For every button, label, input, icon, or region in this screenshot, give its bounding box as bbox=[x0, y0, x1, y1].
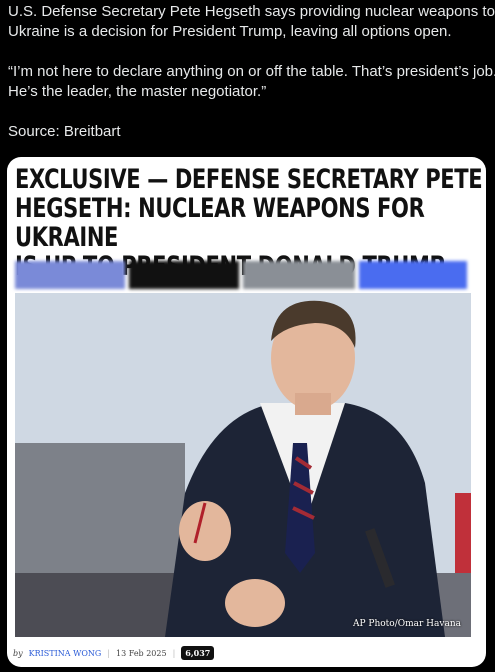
blurred-block bbox=[129, 261, 239, 289]
article-screenshot-card[interactable]: EXCLUSIVE — DEFENSE SECRETARY PETE HEGSE… bbox=[7, 157, 486, 667]
headline-line: EXCLUSIVE — DEFENSE SECRETARY PETE bbox=[15, 164, 483, 195]
byline-divider: | bbox=[172, 648, 176, 658]
post-line: U.S. Defense Secretary Pete Hegseth says… bbox=[8, 3, 495, 20]
post-source: Source: Breitbart bbox=[8, 123, 121, 140]
blurred-nav-strip bbox=[15, 261, 471, 289]
author-link[interactable]: KRISTINA WONG bbox=[29, 649, 102, 658]
blurred-block bbox=[15, 261, 125, 289]
share-count-badge[interactable]: 6,037 bbox=[181, 646, 215, 660]
blurred-block bbox=[359, 261, 467, 289]
photo-credit: AP Photo/Omar Havana bbox=[352, 619, 461, 629]
byline-prefix: by bbox=[13, 648, 23, 658]
blurred-block bbox=[243, 261, 355, 289]
headline-line: HEGSETH: NUCLEAR WEAPONS FOR UKRAINE bbox=[15, 193, 425, 253]
article-photo[interactable]: AP Photo/Omar Havana bbox=[15, 293, 471, 637]
byline-divider: | bbox=[107, 648, 110, 658]
post-quote-line: He’s the leader, the master negotiator.” bbox=[8, 83, 267, 100]
post-text: U.S. Defense Secretary Pete Hegseth says… bbox=[8, 2, 495, 142]
byline: by KRISTINA WONG | 13 Feb 2025 | 6,037 bbox=[13, 645, 215, 661]
post-quote-line: “I’m not here to declare anything on or … bbox=[8, 63, 495, 80]
publish-date: 13 Feb 2025 bbox=[115, 648, 167, 658]
post-line: Ukraine is a decision for President Trum… bbox=[8, 23, 452, 40]
photo-illustration bbox=[15, 293, 471, 637]
